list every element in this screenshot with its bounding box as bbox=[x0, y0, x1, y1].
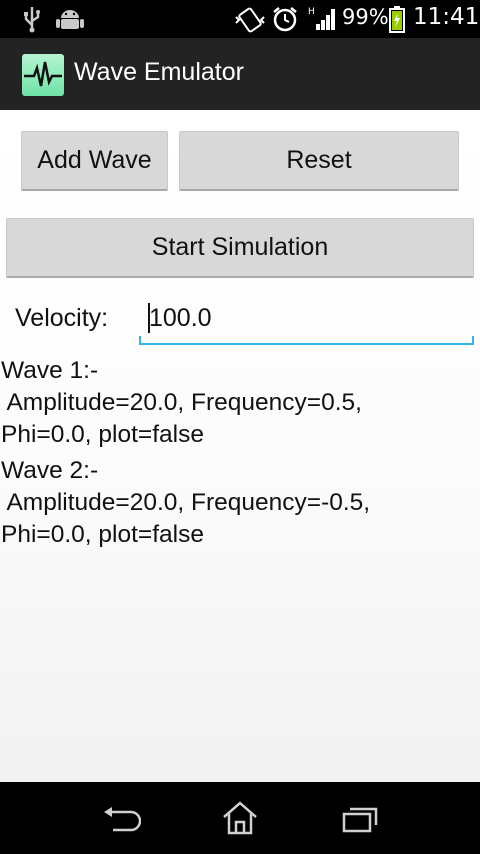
wave-2-params-cont: Phi=0.0, plot=false bbox=[1, 521, 204, 548]
main-content: Add Wave Reset Start Simulation Velocity… bbox=[0, 110, 480, 782]
android-debug-icon bbox=[56, 10, 84, 29]
velocity-input[interactable]: 100.0 bbox=[139, 298, 474, 345]
signal-icon: H bbox=[308, 7, 335, 30]
reset-button[interactable]: Reset bbox=[179, 131, 459, 191]
start-simulation-button[interactable]: Start Simulation bbox=[6, 218, 474, 278]
wave-1-params-cont: Phi=0.0, plot=false bbox=[1, 421, 204, 448]
wave-2-params: Amplitude=20.0, Frequency=-0.5, bbox=[1, 489, 371, 516]
home-icon[interactable] bbox=[221, 800, 259, 836]
wave-1-header: Wave 1:- bbox=[1, 357, 99, 384]
velocity-label: Velocity: bbox=[15, 304, 109, 332]
battery-percent: 99% bbox=[342, 5, 389, 29]
svg-text:H: H bbox=[308, 7, 315, 17]
waveform-app-icon bbox=[22, 54, 64, 96]
usb-icon bbox=[24, 7, 40, 33]
action-bar: Wave Emulator bbox=[0, 38, 480, 111]
status-bar: H 99% 11:41 bbox=[0, 0, 480, 38]
add-wave-button[interactable]: Add Wave bbox=[21, 131, 168, 191]
wave-1-params: Amplitude=20.0, Frequency=0.5, bbox=[1, 389, 362, 416]
battery-charging-icon bbox=[389, 6, 405, 33]
wave-2-header: Wave 2:- bbox=[1, 457, 99, 484]
alarm-icon bbox=[273, 7, 297, 32]
navigation-bar bbox=[0, 782, 480, 854]
velocity-value: 100.0 bbox=[149, 304, 212, 332]
recent-apps-icon[interactable] bbox=[341, 804, 379, 834]
vibrate-icon bbox=[235, 7, 265, 33]
app-title: Wave Emulator bbox=[74, 58, 244, 86]
back-icon[interactable] bbox=[101, 804, 141, 834]
clock: 11:41 bbox=[413, 4, 480, 30]
